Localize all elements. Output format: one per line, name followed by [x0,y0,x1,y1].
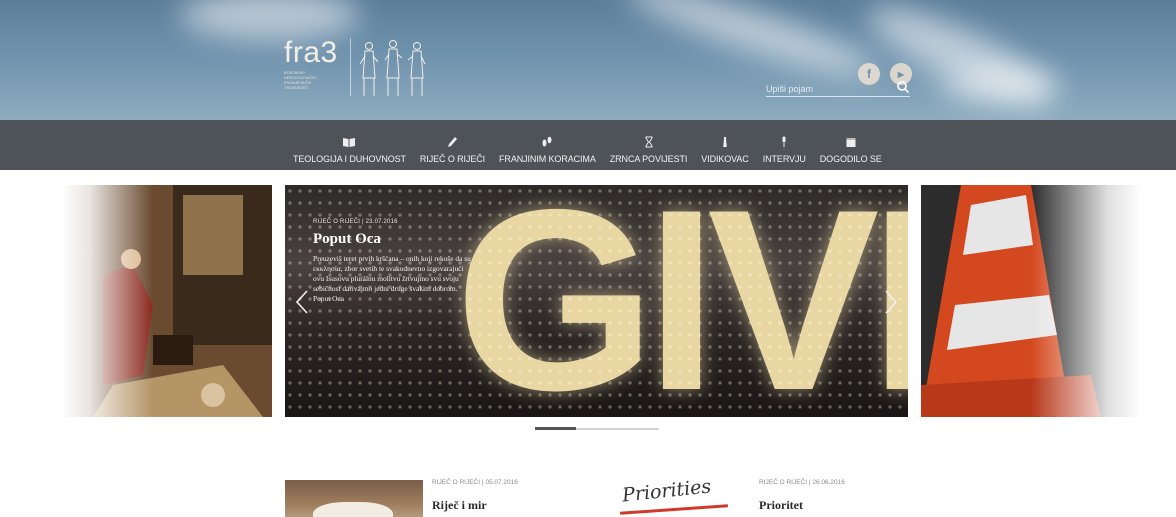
article-thumbnail[interactable] [285,480,423,517]
nav-item-label: INTERVJU [762,154,806,164]
nav-item-teologija[interactable]: TEOLOGIJA I DUHOVNOST [286,120,413,170]
cloud-decoration [620,0,880,90]
nav-item-rijec[interactable]: RIJEČ O RIJEČI [413,120,492,170]
slide-next-preview[interactable] [921,185,1141,417]
search-box [766,79,910,97]
underline-stroke [620,504,728,515]
search-input[interactable] [766,81,886,97]
priorities-image-text: Priorities [621,480,713,507]
microphone-icon [777,136,791,150]
nav-item-dogodilo[interactable]: DOGODILO SE [813,120,889,170]
logo-subtitle: BOSONSKI HERCEGOVAČKI FRANJEVAČKI TROMJE… [284,70,316,90]
article-title[interactable]: Prioritet [759,498,803,513]
nav-item-label: FRANJINIM KORACIMA [499,154,596,164]
book-icon [342,136,356,150]
fade-overlay [1031,185,1141,417]
friar-icon [383,38,403,100]
cloud-decoration [858,0,1062,120]
logo-text: fra3 [284,36,338,69]
pen-icon [445,136,459,150]
main-nav: TEOLOGIJA I DUHOVNOST RIJEČ O RIJEČI FRA… [0,120,1176,170]
calendar-icon [844,136,858,150]
cloud-decoration [940,70,1060,100]
friars-illustration [359,38,427,100]
header-banner: fra3 BOSONSKI HERCEGOVAČKI FRANJEVAČKI T… [0,0,1176,120]
nav-item-zrnca[interactable]: ZRNCA POVIJESTI [603,120,695,170]
slide-active[interactable]: GIVE RIJEČ O RIJEČI | 23.07.2016 Poput O… [285,185,908,417]
article-meta: RIJEČ O RIJEČI | 05.07.2016 [432,479,518,486]
book-image [313,502,393,517]
chevron-left-icon[interactable] [293,289,311,315]
nav-item-label: DOGODILO SE [819,154,882,164]
search-icon[interactable] [896,80,910,94]
article-card[interactable]: Priorities RIJEČ O RIJEČI | 26.06.2016 P… [612,476,912,517]
friar-icon [359,38,379,100]
nav-item-label: VIDIKOVAC [701,154,749,164]
slider-pager[interactable] [535,427,659,430]
article-title[interactable]: Riječ i mir [432,498,487,513]
site-logo[interactable]: fra3 BOSONSKI HERCEGOVAČKI FRANJEVAČKI T… [284,38,427,100]
chevron-right-icon[interactable] [882,289,900,315]
friar-icon [407,38,427,100]
nav-item-vidikovac[interactable]: VIDIKOVAC [694,120,755,170]
article-thumbnail[interactable]: Priorities [612,480,750,517]
lighthouse-icon [718,136,732,150]
footsteps-icon [540,136,554,150]
fade-overlay [63,185,153,417]
slide-prev-preview[interactable] [63,185,272,417]
slide-excerpt: Preuzeviš teret prvih kršćana – onih koj… [313,254,471,303]
article-card[interactable]: RIJEČ O RIJEČI | 05.07.2016 Riječ i mir [285,476,585,517]
nav-item-franjinim[interactable]: FRANJINIM KORACIMA [492,120,603,170]
article-meta: RIJEČ O RIJEČI | 26.06.2016 [759,479,845,486]
slider-pager-progress [535,427,576,430]
slide-meta: RIJEČ O RIJEČI | 23.07.2016 [313,219,398,225]
slide-caption: RIJEČ O RIJEČI | 23.07.2016 Poput Oca Pr… [313,219,473,304]
cloud-decoration [180,0,360,40]
logo-divider [349,38,351,96]
nav-item-label: RIJEČ O RIJEČI [419,154,486,164]
hourglass-icon [642,136,656,150]
nav-item-intervju[interactable]: INTERVJU [756,120,813,170]
nav-item-label: ZRNCA POVIJESTI [609,154,688,164]
slide-title[interactable]: Poput Oca [313,231,473,248]
nav-item-label: TEOLOGIJA I DUHOVNOST [293,154,406,164]
